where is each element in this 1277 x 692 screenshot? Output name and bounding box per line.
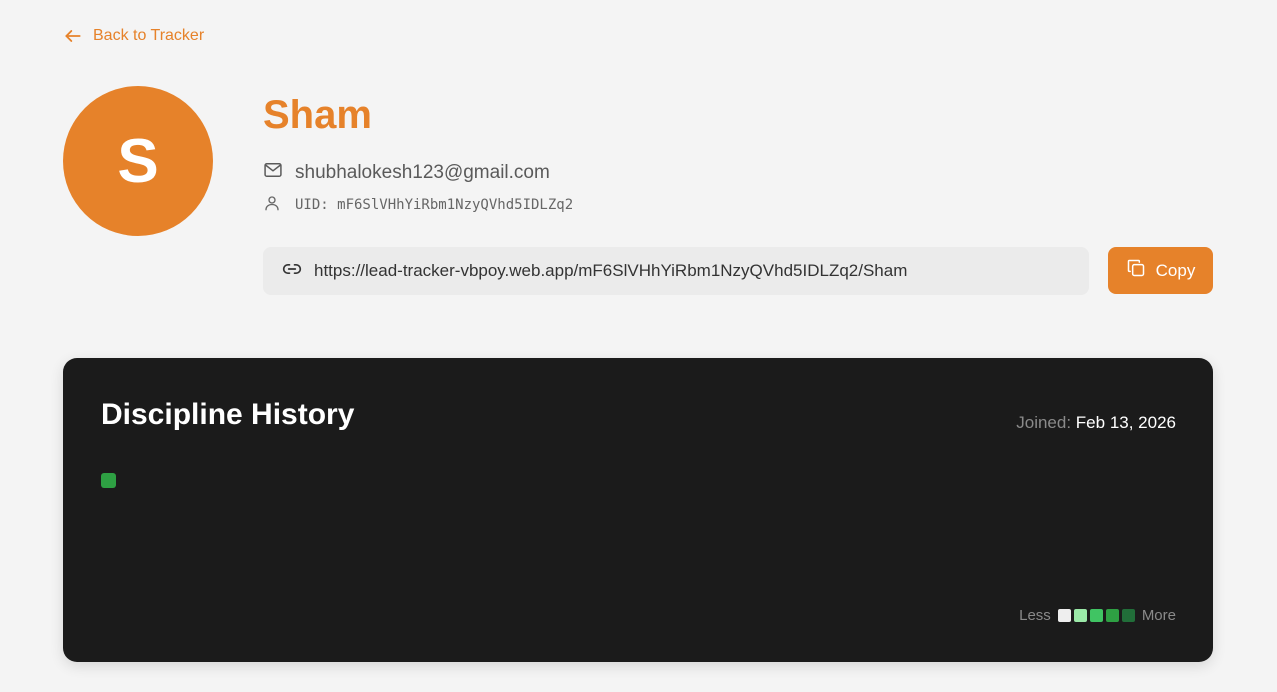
copy-button[interactable]: Copy — [1108, 247, 1213, 294]
joined-info: Joined: Feb 13, 2026 — [1016, 413, 1176, 433]
back-to-tracker-link[interactable]: Back to Tracker — [63, 26, 204, 46]
avatar-initial: S — [117, 126, 159, 196]
uid-row: UID: mF6SlVHhYiRbm1NzyQVhd5IDLZq2 — [263, 194, 573, 216]
legend-swatch — [1121, 609, 1135, 622]
legend-swatch — [1073, 609, 1087, 622]
joined-label: Joined: — [1016, 413, 1072, 432]
legend-swatch — [1089, 609, 1103, 622]
activity-legend: Less More — [1019, 607, 1176, 624]
profile-name: Sham — [263, 93, 372, 137]
discipline-history-card: Discipline History Joined: Feb 13, 2026 … — [63, 358, 1213, 662]
back-link-label: Back to Tracker — [93, 27, 205, 44]
history-title: Discipline History — [101, 398, 355, 431]
legend-less-label: Less — [1019, 607, 1051, 624]
legend-swatch — [1105, 609, 1119, 622]
link-icon — [282, 259, 302, 284]
profile-email: shubhalokesh123@gmail.com — [295, 162, 550, 183]
share-url-field[interactable]: https://lead-tracker-vbpoy.web.app/mF6Sl… — [263, 247, 1089, 295]
arrow-left-icon — [63, 26, 83, 46]
user-icon — [263, 194, 281, 216]
legend-more-label: More — [1141, 607, 1176, 624]
joined-date: Feb 13, 2026 — [1075, 413, 1176, 432]
avatar: S — [63, 86, 213, 236]
activity-cell[interactable] — [101, 473, 116, 488]
copy-icon — [1126, 258, 1146, 283]
legend-swatch — [1057, 609, 1071, 622]
mail-icon — [263, 160, 283, 186]
share-url-text: https://lead-tracker-vbpoy.web.app/mF6Sl… — [314, 261, 908, 280]
profile-uid: UID: mF6SlVHhYiRbm1NzyQVhd5IDLZq2 — [295, 197, 574, 213]
email-row: shubhalokesh123@gmail.com — [263, 160, 550, 186]
copy-button-label: Copy — [1155, 260, 1196, 280]
